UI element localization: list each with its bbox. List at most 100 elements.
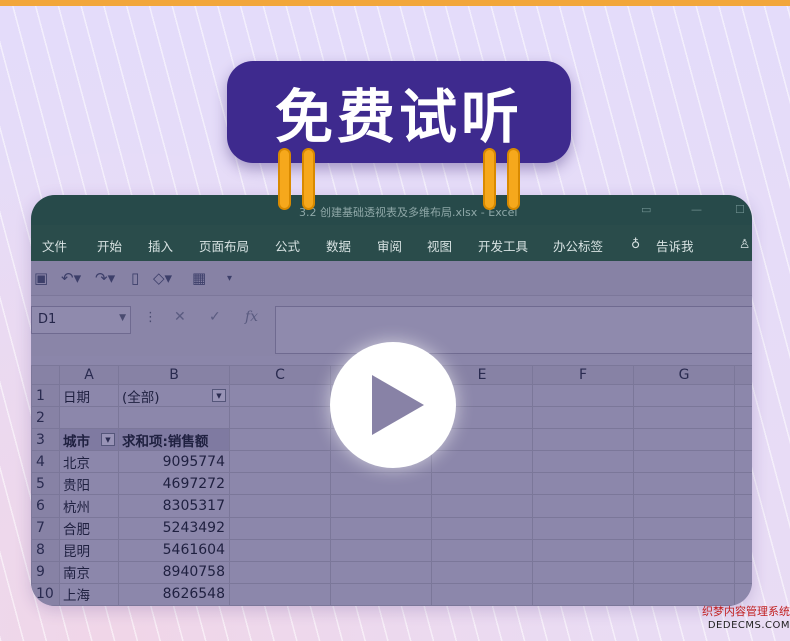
cell[interactable] <box>633 472 735 496</box>
cell[interactable] <box>633 560 735 584</box>
row-number[interactable]: 9 <box>31 560 60 584</box>
cell[interactable] <box>229 472 331 496</box>
cell[interactable]: 8305317 <box>118 494 230 518</box>
cell[interactable]: 9095774 <box>118 450 230 474</box>
cell[interactable] <box>431 516 533 540</box>
cell[interactable] <box>633 516 735 540</box>
row-number[interactable]: 10 <box>31 582 60 606</box>
cell[interactable] <box>532 428 634 452</box>
cell[interactable]: 昆明 <box>59 538 119 562</box>
cell[interactable] <box>229 428 331 452</box>
cell[interactable] <box>532 472 634 496</box>
cell[interactable] <box>229 384 331 408</box>
cell[interactable] <box>229 538 331 562</box>
undo-icon[interactable]: ↶▾ <box>61 269 81 287</box>
tell-me-box[interactable]: 告诉我 <box>656 236 694 255</box>
cell[interactable]: 南京 <box>59 560 119 584</box>
tab-office-tab[interactable]: 办公标签 <box>553 236 603 255</box>
enter-icon[interactable]: ✓ <box>209 309 221 325</box>
shape-icon[interactable]: ◇▾ <box>153 269 172 287</box>
cell[interactable] <box>330 538 432 562</box>
cell[interactable] <box>431 472 533 496</box>
cell[interactable]: 城市 ▼ <box>59 428 119 452</box>
tab-data[interactable]: 数据 <box>326 236 351 255</box>
cell[interactable] <box>229 450 331 474</box>
cell[interactable] <box>633 582 735 606</box>
cell[interactable] <box>633 428 735 452</box>
cell[interactable] <box>431 494 533 518</box>
cell[interactable]: 合肥 <box>59 516 119 540</box>
select-all-corner[interactable] <box>31 364 60 386</box>
cell[interactable] <box>330 560 432 584</box>
cell[interactable] <box>532 494 634 518</box>
pivot-icon[interactable]: ▦ <box>192 269 206 287</box>
cell[interactable] <box>532 516 634 540</box>
redo-icon[interactable]: ↷▾ <box>95 269 115 287</box>
cell[interactable] <box>532 384 634 408</box>
cell[interactable] <box>633 384 735 408</box>
cell[interactable] <box>431 582 533 606</box>
column-header[interactable]: F <box>532 364 634 386</box>
cell[interactable] <box>229 406 331 430</box>
cell[interactable] <box>532 560 634 584</box>
cell[interactable]: 日期 <box>59 384 119 408</box>
save-icon[interactable]: ▣ <box>34 269 48 287</box>
cell[interactable] <box>431 538 533 562</box>
play-button[interactable] <box>330 342 456 468</box>
row-number[interactable]: 6 <box>31 494 60 518</box>
cell[interactable] <box>532 582 634 606</box>
fx-icon[interactable]: fx <box>245 309 258 325</box>
cell[interactable] <box>431 560 533 584</box>
cell[interactable] <box>330 516 432 540</box>
filter-dropdown-icon[interactable]: ▼ <box>212 388 226 402</box>
cell[interactable] <box>633 450 735 474</box>
cell[interactable]: 上海 <box>59 582 119 606</box>
cell[interactable] <box>330 472 432 496</box>
user-icon[interactable]: ♙ <box>739 236 750 251</box>
cell[interactable] <box>431 450 533 474</box>
column-header[interactable]: G <box>633 364 735 386</box>
cell[interactable]: 5243492 <box>118 516 230 540</box>
tab-formulas[interactable]: 公式 <box>275 236 300 255</box>
cell[interactable]: 杭州 <box>59 494 119 518</box>
lightbulb-icon[interactable]: ♁ <box>631 236 640 251</box>
cell[interactable] <box>532 450 634 474</box>
cell[interactable] <box>330 582 432 606</box>
cell[interactable]: 北京 <box>59 450 119 474</box>
minimize-icon[interactable]: — <box>691 203 702 216</box>
tab-review[interactable]: 审阅 <box>377 236 402 255</box>
name-box[interactable]: D1 ▼ <box>31 306 131 334</box>
cell[interactable]: 求和项:销售额 <box>118 428 230 452</box>
ribbon-display-icon[interactable]: ▭ <box>641 203 651 216</box>
cell[interactable] <box>229 516 331 540</box>
cell[interactable]: 4697272 <box>118 472 230 496</box>
cell[interactable] <box>633 494 735 518</box>
column-header[interactable]: A <box>59 364 119 386</box>
row-number[interactable]: 8 <box>31 538 60 562</box>
column-header[interactable]: B <box>118 364 230 386</box>
maximize-icon[interactable]: ☐ <box>735 203 745 216</box>
cell[interactable]: 8626548 <box>118 582 230 606</box>
tab-file[interactable]: 文件 <box>42 236 67 255</box>
tab-insert[interactable]: 插入 <box>148 236 173 255</box>
tab-view[interactable]: 视图 <box>427 236 452 255</box>
cell[interactable] <box>59 406 119 430</box>
cancel-icon[interactable]: ✕ <box>174 309 186 325</box>
cell[interactable] <box>229 560 331 584</box>
row-number[interactable]: 7 <box>31 516 60 540</box>
row-number[interactable]: 4 <box>31 450 60 474</box>
new-file-icon[interactable]: ▯ <box>131 269 139 287</box>
formula-input[interactable] <box>275 306 752 354</box>
cell[interactable] <box>229 494 331 518</box>
cell[interactable]: 8940758 <box>118 560 230 584</box>
row-number[interactable]: 1 <box>31 384 60 408</box>
tab-developer[interactable]: 开发工具 <box>478 236 528 255</box>
customize-qat-icon[interactable]: ▾ <box>227 273 232 284</box>
cell[interactable] <box>633 406 735 430</box>
cell[interactable] <box>532 538 634 562</box>
tab-home[interactable]: 开始 <box>97 236 122 255</box>
cell[interactable] <box>229 582 331 606</box>
row-number[interactable]: 5 <box>31 472 60 496</box>
cell[interactable]: (全部) ▼ <box>118 384 230 408</box>
filter-dropdown-icon[interactable]: ▼ <box>101 432 115 446</box>
